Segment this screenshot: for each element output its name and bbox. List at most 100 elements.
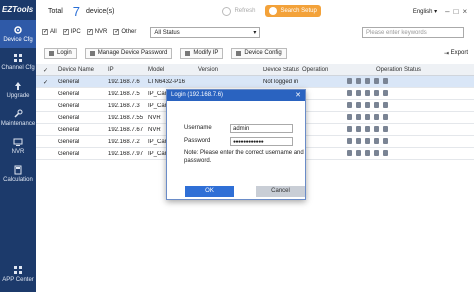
config-icon[interactable]	[356, 150, 361, 156]
refresh-label: Refresh	[234, 8, 256, 14]
upload-icon	[13, 81, 23, 91]
cell-ip: 192.168.7.6	[108, 79, 140, 85]
edit-icon[interactable]	[347, 114, 352, 120]
select-all-checkbox[interactable]: ✓	[43, 67, 48, 74]
username-field[interactable]: admin	[230, 124, 293, 133]
settings-icon[interactable]	[374, 78, 379, 84]
config-icon[interactable]	[356, 138, 361, 144]
filter-ipc-checkbox[interactable]: ✓ IPC	[62, 29, 81, 35]
settings-icon[interactable]	[374, 102, 379, 108]
cloud-icon[interactable]	[383, 114, 388, 120]
column-header-ip[interactable]: IP	[108, 67, 114, 73]
cloud-icon[interactable]	[383, 102, 388, 108]
cancel-button[interactable]: Cancel	[256, 186, 305, 197]
ok-button[interactable]: OK	[185, 186, 234, 197]
total-label: Total	[48, 7, 63, 15]
app-logo: EZTools	[2, 5, 34, 14]
filter-bar: ✓ All ✓ IPC ✓ NVR ✓ Other All Status Ple…	[36, 25, 474, 39]
checkbox-checked-icon: ✓	[86, 29, 93, 35]
upgrade-icon[interactable]	[365, 90, 370, 96]
cell-ip: 192.168.7.97	[108, 151, 144, 157]
upgrade-icon[interactable]	[365, 150, 370, 156]
password-field[interactable]: ●●●●●●●●●●●●	[230, 137, 293, 146]
table-header: ✓ Device Name IP Model Version Device St…	[36, 64, 474, 76]
table-row[interactable]: ✓ General 192.168.7.6 LTN6432-P16 Not logged…	[36, 76, 474, 88]
settings-icon[interactable]	[374, 90, 379, 96]
sidebar-item-nvr[interactable]: NVR	[0, 132, 36, 160]
config-icon	[236, 50, 242, 56]
edit-icon[interactable]	[347, 90, 352, 96]
edit-icon[interactable]	[347, 150, 352, 156]
filter-nvr-checkbox[interactable]: ✓ NVR	[86, 29, 107, 35]
operation-icons	[347, 102, 392, 108]
language-select[interactable]: English ▾	[413, 8, 437, 15]
login-dialog-title-bar: Login (192.168.7.6) ✕	[167, 90, 305, 101]
sidebar-item-maintenance[interactable]: Maintenance	[0, 104, 36, 132]
refresh-button[interactable]: Refresh	[222, 6, 256, 16]
cloud-icon[interactable]	[383, 126, 388, 132]
settings-icon[interactable]	[374, 138, 379, 144]
login-icon	[49, 50, 54, 56]
edit-icon[interactable]	[347, 138, 352, 144]
cloud-icon[interactable]	[383, 90, 388, 96]
sidebar-item-upgrade[interactable]: Upgrade	[0, 76, 36, 104]
edit-icon[interactable]	[347, 126, 352, 132]
top-bar: Total 7 device(s) Refresh Search Setup E…	[36, 0, 474, 22]
search-input[interactable]: Please enter keywords	[362, 26, 464, 38]
config-icon[interactable]	[356, 102, 361, 108]
config-icon[interactable]	[356, 78, 361, 84]
cell-ip: 192.168.7.3	[108, 103, 140, 109]
column-header-operation[interactable]: Operation	[302, 67, 328, 73]
login-button-label: Login	[57, 50, 72, 56]
close-icon[interactable]: ×	[462, 7, 471, 16]
manage-password-button[interactable]: Manage Device Password	[84, 47, 173, 59]
upgrade-icon[interactable]	[365, 138, 370, 144]
cell-device-status: Not logged in	[263, 79, 299, 85]
operation-icons	[347, 114, 392, 120]
cloud-icon[interactable]	[383, 138, 388, 144]
filter-other-checkbox[interactable]: ✓ Other	[113, 29, 136, 35]
sidebar-item-app-center[interactable]: APP Center	[0, 260, 36, 288]
device-count-label: device(s)	[86, 7, 115, 15]
close-icon[interactable]: ✕	[295, 90, 301, 101]
cloud-icon[interactable]	[383, 150, 388, 156]
upgrade-icon[interactable]	[365, 102, 370, 108]
login-button[interactable]: Login	[44, 47, 77, 59]
cell-ip: 192.168.7.55	[108, 115, 144, 121]
export-button[interactable]: ⇥ Export	[444, 50, 468, 57]
edit-icon[interactable]	[347, 78, 352, 84]
column-header-version[interactable]: Version	[198, 67, 218, 73]
upgrade-icon[interactable]	[365, 114, 370, 120]
settings-icon[interactable]	[374, 150, 379, 156]
column-header-device-name[interactable]: Device Name	[58, 67, 94, 73]
device-config-button[interactable]: Device Config	[231, 47, 287, 59]
column-header-operation-status[interactable]: Operation Status	[376, 67, 421, 73]
sidebar-item-label: Calculation	[3, 177, 33, 183]
status-select[interactable]: All Status	[150, 26, 261, 38]
sidebar-item-channel-cfg[interactable]: Channel Cfg	[0, 48, 36, 76]
config-icon[interactable]	[356, 90, 361, 96]
modify-ip-button[interactable]: Modify IP	[180, 47, 224, 59]
sidebar-item-label: Upgrade	[6, 93, 30, 99]
sidebar-item-device-cfg[interactable]: Device Cfg	[0, 20, 36, 48]
column-header-device-status[interactable]: Device Status	[263, 67, 299, 73]
sidebar-item-label: APP Center	[2, 277, 34, 283]
upgrade-icon[interactable]	[365, 126, 370, 132]
cloud-icon[interactable]	[383, 78, 388, 84]
sidebar-item-label: Maintenance	[0, 121, 36, 127]
operation-icons	[347, 90, 392, 96]
upgrade-icon[interactable]	[365, 78, 370, 84]
search-setup-button[interactable]: Search Setup	[265, 5, 321, 17]
sidebar-item-label: Device Cfg	[3, 37, 33, 43]
filter-all-checkbox[interactable]: ✓ All	[42, 29, 57, 35]
column-header-model[interactable]: Model	[148, 67, 164, 73]
minimize-icon[interactable]: –	[445, 7, 453, 16]
settings-icon[interactable]	[374, 114, 379, 120]
window-controls: –□×	[445, 7, 471, 16]
config-icon[interactable]	[356, 126, 361, 132]
row-checkbox[interactable]: ✓	[43, 79, 51, 86]
settings-icon[interactable]	[374, 126, 379, 132]
sidebar-item-calculation[interactable]: Calculation	[0, 160, 36, 188]
edit-icon[interactable]	[347, 102, 352, 108]
config-icon[interactable]	[356, 114, 361, 120]
